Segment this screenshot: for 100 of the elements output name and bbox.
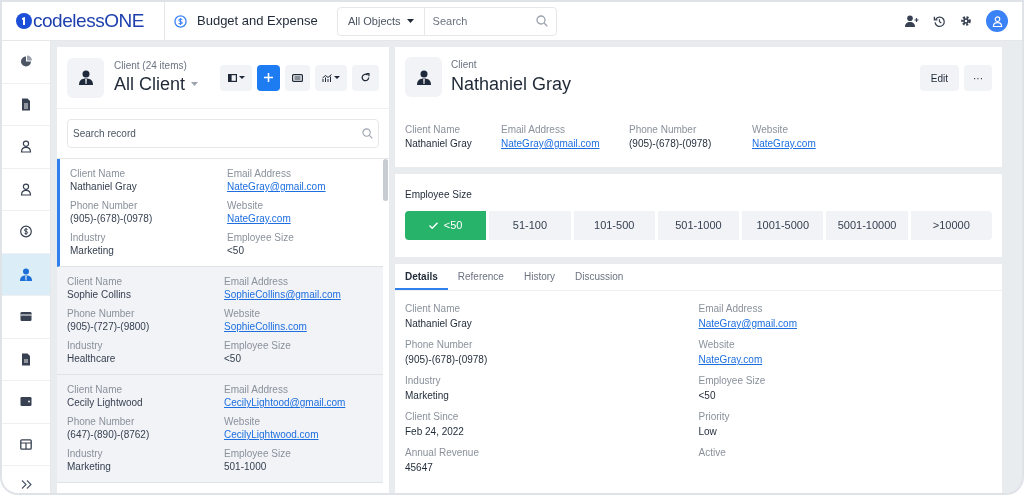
step-button[interactable]: 101-500 xyxy=(570,211,655,240)
website-link[interactable]: CecilyLightwood.com xyxy=(224,428,319,441)
field-value: Cecily Lightwood xyxy=(67,396,144,409)
field-label: Employee Size xyxy=(224,448,292,460)
document-icon xyxy=(20,97,32,111)
website-link[interactable]: NateGray.com xyxy=(227,212,291,225)
app-logo[interactable]: codelessONE xyxy=(33,6,144,36)
search-record-box[interactable]: Search record xyxy=(67,119,379,148)
record-card[interactable]: Client Name Cecily Lightwood Email Address CecilyLightood@gmail.com Phone Number (647)-(890)-(8762) Website CecilyLightwood.com Industry Marketing Employee Size 501-1000 xyxy=(57,375,383,483)
avatar-icon[interactable] xyxy=(986,10,1008,32)
more-button[interactable]: ··· xyxy=(964,65,992,91)
dollar-icon xyxy=(20,225,32,239)
email-link[interactable]: CecilyLightood@gmail.com xyxy=(224,396,346,409)
list-icon xyxy=(292,73,303,82)
email-link[interactable]: NateGray@gmail.com xyxy=(698,316,797,331)
field-label: Client Name xyxy=(67,276,124,288)
search-record-field[interactable]: Search record xyxy=(73,126,362,141)
layout-button[interactable] xyxy=(220,64,252,91)
field-label: Website xyxy=(227,200,264,212)
section-title: Employee Size xyxy=(405,188,473,202)
field-value: <50 xyxy=(224,352,242,365)
field-label: Client Name xyxy=(405,123,462,137)
field-label: Email Address xyxy=(698,302,764,316)
email-link[interactable]: NateGray@gmail.com xyxy=(227,180,326,193)
caret-icon xyxy=(334,76,340,79)
step-button[interactable]: 501-1000 xyxy=(654,211,740,240)
step-button[interactable]: 51-100 xyxy=(486,211,571,240)
settings-icon[interactable] xyxy=(960,15,972,27)
record-title: Nathaniel Gray xyxy=(451,73,572,96)
logo-icon xyxy=(16,13,32,29)
search-field[interactable]: Search xyxy=(432,12,536,30)
website-link[interactable]: SophieCollins.com xyxy=(224,320,307,333)
field-value: (905)-(678)-(0978) xyxy=(629,137,713,151)
chart-button[interactable] xyxy=(315,64,347,91)
scope-dropdown[interactable]: All Objects xyxy=(338,7,425,35)
field-label: Industry xyxy=(67,340,104,352)
field-value: Nathaniel Gray xyxy=(70,180,138,193)
field-value: (905)-(678)-(0978) xyxy=(70,212,154,225)
field-label: Client Name xyxy=(67,384,124,396)
field-label: Client Name xyxy=(70,168,127,180)
scrollbar-thumb[interactable] xyxy=(383,159,388,201)
field-label: Website xyxy=(752,123,789,137)
email-link[interactable]: NateGray@gmail.com xyxy=(501,137,600,151)
tab[interactable]: Details xyxy=(395,264,448,290)
record-card[interactable]: Client Name Sophie Collins Email Address SophieCollins@gmail.com Phone Number (905)-(727)-(9800) Website SophieCollins.com Industry Healthcare Employee Size <50 xyxy=(57,267,383,375)
email-link[interactable]: SophieCollins@gmail.com xyxy=(224,288,341,301)
search-icon xyxy=(362,128,373,139)
client-avatar-icon xyxy=(67,57,104,98)
field-value: Marketing xyxy=(405,389,450,403)
field-label: Email Address xyxy=(224,384,289,396)
plus-icon xyxy=(264,73,273,82)
field-label: Active xyxy=(698,446,727,460)
tab[interactable]: History xyxy=(513,264,566,290)
record-card[interactable]: Client Name Nathaniel Gray Email Address NateGray@gmail.com Phone Number (905)-(678)-(0978) Website NateGray.com Industry Marketing Employee Size <50 xyxy=(57,159,383,267)
wallet-icon xyxy=(20,395,32,409)
client-icon xyxy=(20,267,32,281)
check-icon xyxy=(428,222,438,229)
field-label: Industry xyxy=(70,232,107,244)
chevrons-right-icon xyxy=(20,480,32,489)
tab[interactable]: Reference xyxy=(447,264,514,290)
field-value: Low xyxy=(698,425,718,439)
field-label: Website xyxy=(224,416,261,428)
field-value: (647)-(890)-(8762) xyxy=(67,428,151,441)
field-label: Email Address xyxy=(227,168,292,180)
tab[interactable]: Discussion xyxy=(565,264,634,290)
sidebar-layout-icon xyxy=(227,73,237,82)
field-label: Phone Number xyxy=(629,123,698,137)
step-button[interactable]: 5001-10000 xyxy=(823,211,908,240)
add-user-icon[interactable] xyxy=(905,15,919,27)
field-label: Industry xyxy=(405,374,442,388)
website-link[interactable]: NateGray.com xyxy=(752,137,816,151)
refresh-icon xyxy=(361,73,370,82)
field-label: Email Address xyxy=(501,123,566,137)
step-button[interactable]: >10000 xyxy=(907,211,992,240)
view-selector[interactable]: All Client xyxy=(114,71,199,96)
edit-button[interactable]: Edit xyxy=(919,65,959,91)
caret-icon xyxy=(191,81,199,86)
field-value: <50 xyxy=(227,244,245,257)
field-value: (905)-(678)-(0978) xyxy=(405,353,489,367)
step-button[interactable]: 1001-5000 xyxy=(739,211,824,240)
dollar-icon xyxy=(174,14,187,28)
field-value: Healthcare xyxy=(67,352,117,365)
file-icon xyxy=(20,352,32,366)
search-bar[interactable]: All Objects Search xyxy=(337,6,557,36)
field-label: Email Address xyxy=(224,276,289,288)
field-value: <50 xyxy=(698,389,717,403)
refresh-button[interactable] xyxy=(352,64,379,91)
add-button[interactable] xyxy=(257,64,280,91)
website-link[interactable]: NateGray.com xyxy=(698,352,763,367)
table-icon xyxy=(20,437,32,451)
field-label: Annual Revenue xyxy=(405,446,480,460)
field-label: Industry xyxy=(67,448,104,460)
field-label: Client Name xyxy=(405,302,462,316)
field-value: 45647 xyxy=(405,461,434,475)
person-icon xyxy=(20,182,32,196)
record-type: Client xyxy=(451,58,478,72)
credit-card-icon xyxy=(20,310,32,324)
module-title: Budget and Expense xyxy=(197,12,318,31)
list-view-button[interactable] xyxy=(285,64,310,91)
history-icon[interactable] xyxy=(933,14,946,28)
